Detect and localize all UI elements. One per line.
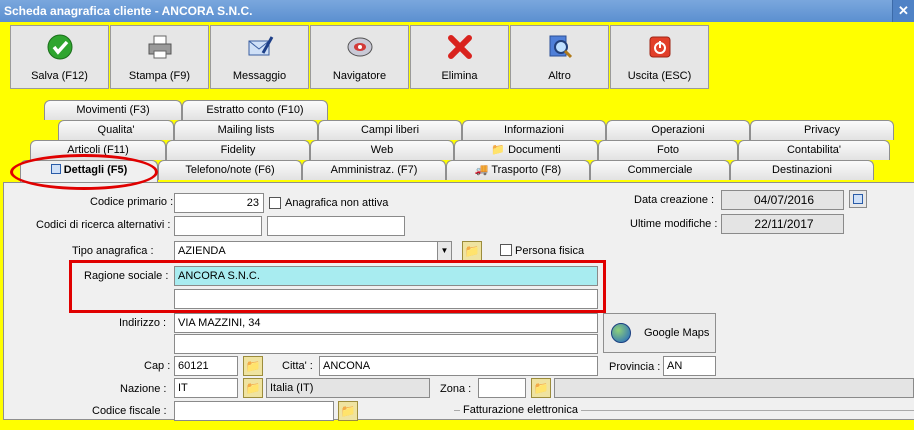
zona-description: [554, 378, 914, 398]
print-button[interactable]: Stampa (F9): [110, 25, 209, 89]
indirizzo-2-input[interactable]: [174, 334, 598, 354]
tab-operazioni[interactable]: Operazioni: [606, 120, 750, 140]
persona-fisica-label: Persona fisica: [515, 245, 585, 257]
tab-privacy[interactable]: Privacy: [750, 120, 894, 140]
tab-amministraz[interactable]: Amministraz. (F7): [302, 160, 446, 180]
highlight-oval: [10, 154, 158, 190]
tab-fidelity[interactable]: Fidelity: [166, 140, 310, 160]
delete-x-icon: [447, 35, 472, 59]
check-icon: [47, 34, 72, 60]
ultime-modifiche-value: 22/11/2017: [721, 214, 844, 234]
tab-destinazioni[interactable]: Destinazioni: [730, 160, 874, 180]
tab-telefono-note[interactable]: Telefono/note (F6): [158, 160, 302, 180]
indirizzo-label: Indirizzo :: [119, 317, 167, 329]
tab-movimenti[interactable]: Movimenti (F3): [44, 100, 182, 120]
chevron-down-icon[interactable]: ▼: [437, 242, 451, 260]
nazione-label: Nazione :: [120, 383, 167, 395]
tab-informazioni[interactable]: Informazioni: [462, 120, 606, 140]
tipo-anagrafica-label: Tipo anagrafica :: [72, 245, 154, 257]
printer-icon: [148, 35, 171, 59]
other-button[interactable]: Altro: [510, 25, 609, 89]
citta-input[interactable]: ANCONA: [319, 356, 598, 376]
codice-primario-input[interactable]: 23: [174, 193, 264, 213]
power-icon: [649, 36, 670, 58]
save-button[interactable]: Salva (F12): [10, 25, 109, 89]
google-maps-label: Google Maps: [644, 327, 710, 339]
truck-icon: 🚚: [474, 164, 492, 176]
envelope-pen-icon: [248, 36, 273, 56]
ultime-modifiche-label: Ultime modifiche :: [630, 218, 718, 230]
tab-trasporto-label: Trasporto (F8): [491, 164, 562, 176]
magnifier-icon: [549, 35, 572, 59]
window-titlebar: Scheda anagrafica cliente - ANCORA S.N.C…: [0, 0, 914, 22]
codice-fiscale-folder-icon[interactable]: 📁: [338, 401, 358, 421]
tipo-anagrafica-folder-icon[interactable]: 📁: [462, 241, 482, 261]
nazione-input[interactable]: IT: [174, 378, 238, 398]
delete-label: Elimina: [441, 70, 478, 82]
exit-button[interactable]: Uscita (ESC): [610, 25, 709, 89]
anagrafica-non-attiva-label: Anagrafica non attiva: [285, 197, 389, 209]
cap-input[interactable]: 60121: [174, 356, 238, 376]
cap-label: Cap :: [144, 360, 171, 372]
navigator-button[interactable]: Navigatore: [310, 25, 409, 89]
zona-label: Zona :: [440, 383, 472, 395]
tab-trasporto[interactable]: 🚚 Trasporto (F8): [446, 160, 590, 180]
google-maps-button[interactable]: Google Maps: [603, 313, 716, 353]
other-label: Altro: [548, 70, 571, 82]
codice-primario-label: Codice primario :: [90, 196, 174, 208]
toolbar: Salva (F12) Stampa (F9) Messaggio Naviga…: [0, 22, 914, 92]
nazione-description: Italia (IT): [266, 378, 430, 398]
tab-foto[interactable]: Foto: [598, 140, 738, 160]
window-title: Scheda anagrafica cliente - ANCORA S.N.C…: [4, 4, 253, 18]
tab-documenti-label: Documenti: [508, 144, 561, 156]
tab-contabilita[interactable]: Contabilita': [738, 140, 890, 160]
zona-input[interactable]: [478, 378, 526, 398]
tipo-anagrafica-select[interactable]: AZIENDA: [174, 241, 452, 261]
calendar-icon[interactable]: [849, 190, 867, 208]
tab-web[interactable]: Web: [310, 140, 454, 160]
codice-fiscale-input[interactable]: [174, 401, 334, 421]
tab-qualita[interactable]: Qualita': [58, 120, 174, 140]
persona-fisica-checkbox[interactable]: [500, 244, 512, 256]
save-label: Salva (F12): [31, 70, 88, 82]
exit-label: Uscita (ESC): [627, 70, 692, 82]
tab-commerciale[interactable]: Commerciale: [590, 160, 730, 180]
close-icon[interactable]: ✕: [892, 0, 914, 22]
data-creazione-value: 04/07/2016: [721, 190, 844, 210]
codici-ricerca-label: Codici di ricerca alternativi :: [36, 219, 171, 231]
codice-ricerca-2-input[interactable]: [267, 216, 405, 236]
cap-folder-icon[interactable]: 📁: [243, 356, 263, 376]
codice-ricerca-1-input[interactable]: [174, 216, 262, 236]
tab-documenti[interactable]: 📁 Documenti: [454, 140, 598, 160]
navigator-label: Navigatore: [332, 70, 387, 82]
provincia-input[interactable]: AN: [663, 356, 716, 376]
globe-icon: [611, 323, 631, 343]
delete-button[interactable]: Elimina: [410, 25, 509, 89]
fatturazione-elettronica-label: Fatturazione elettronica: [460, 404, 581, 416]
fatturazione-elettronica-group: Fatturazione elettronica: [454, 404, 914, 430]
message-label: Messaggio: [232, 70, 287, 82]
codice-fiscale-label: Codice fiscale :: [92, 405, 167, 417]
folder-icon: 📁: [491, 144, 509, 156]
zona-folder-icon[interactable]: 📁: [531, 378, 551, 398]
print-label: Stampa (F9): [128, 70, 191, 82]
message-button[interactable]: Messaggio: [210, 25, 309, 89]
nazione-folder-icon[interactable]: 📁: [243, 378, 263, 398]
anagrafica-non-attiva-checkbox[interactable]: [269, 197, 281, 209]
citta-label: Citta' :: [282, 360, 313, 372]
tab-mailing-lists[interactable]: Mailing lists: [174, 120, 318, 140]
provincia-label: Provincia :: [609, 361, 661, 373]
compass-icon: [347, 37, 372, 57]
tab-campi-liberi[interactable]: Campi liberi: [318, 120, 462, 140]
tab-estratto-conto[interactable]: Estratto conto (F10): [182, 100, 328, 120]
data-creazione-label: Data creazione :: [634, 194, 715, 206]
highlight-box: [69, 260, 606, 313]
indirizzo-input[interactable]: VIA MAZZINI, 34: [174, 313, 598, 333]
